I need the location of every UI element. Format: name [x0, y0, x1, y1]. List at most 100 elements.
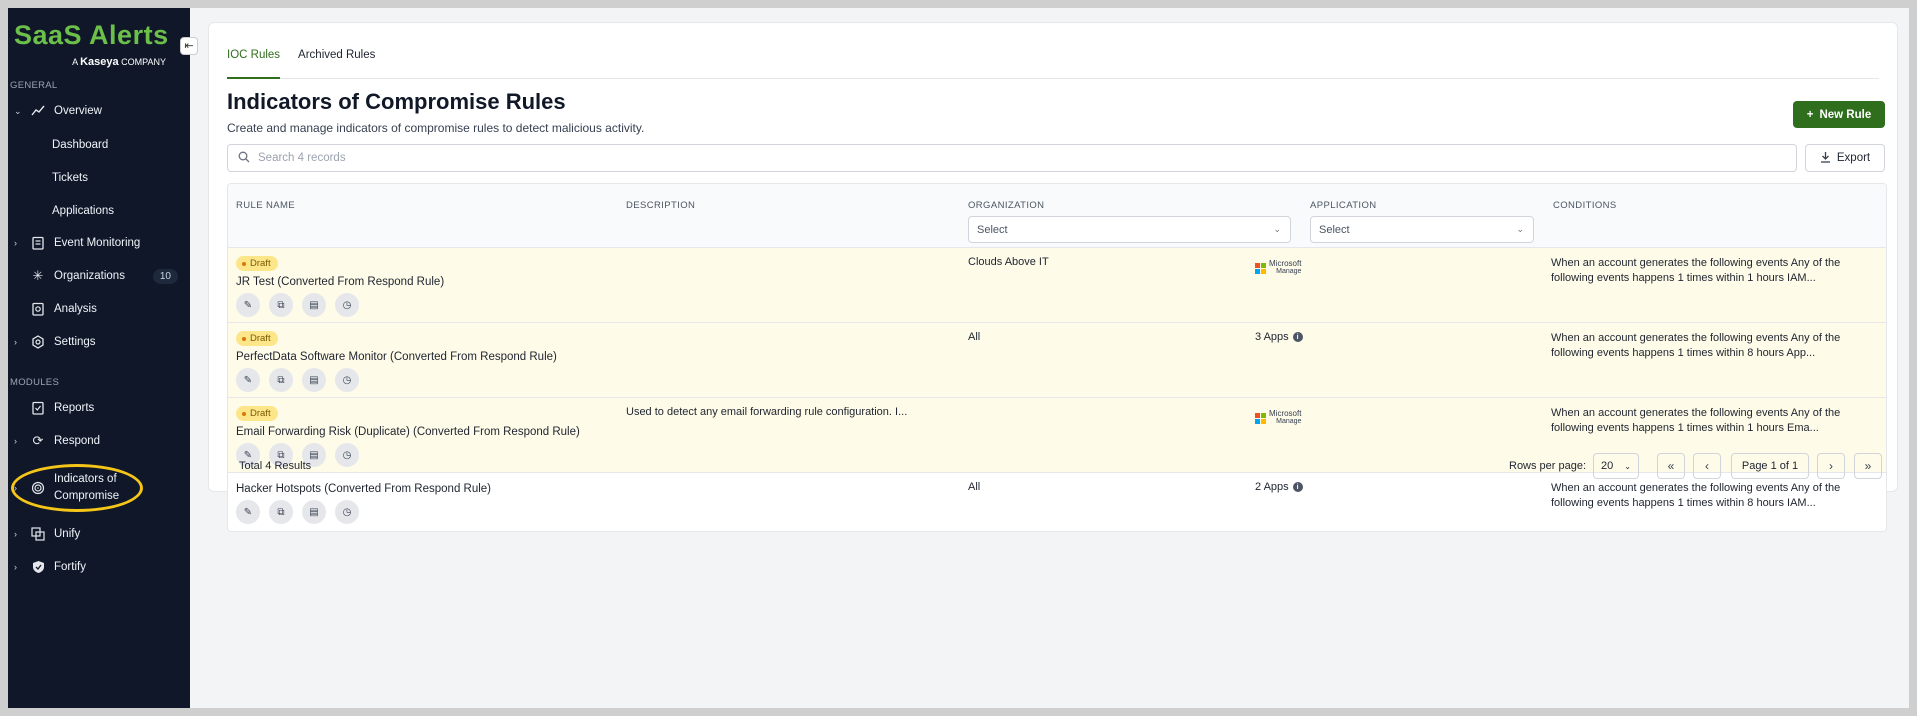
search-box	[227, 144, 1797, 172]
duplicate-icon[interactable]: ⧉	[269, 368, 293, 392]
chevron-down-icon: ⌄	[1273, 224, 1281, 234]
application-filter-value: Select	[1319, 223, 1350, 236]
collapse-sidebar-icon[interactable]: ⇤	[180, 37, 198, 55]
main-card: IOC Rules Archived Rules Indicators of C…	[208, 22, 1898, 532]
sidebar-item-unify[interactable]: › Unify	[8, 521, 190, 547]
microsoft-text: Microsoft Manage	[1269, 410, 1301, 426]
archive-icon[interactable]: ▤	[302, 368, 326, 392]
respond-icon: ⟳	[32, 433, 44, 448]
chevron-right-icon: ›	[14, 436, 17, 446]
organization-filter-select[interactable]: Select ⌄	[968, 216, 1291, 243]
previous-page-button[interactable]: ‹	[1693, 453, 1721, 479]
sidebar-item-reports[interactable]: Reports	[8, 395, 190, 421]
edit-icon[interactable]: ✎	[236, 368, 260, 392]
sidebar-item-event-monitoring[interactable]: › Event Monitoring	[8, 230, 190, 256]
sidebar-item-applications[interactable]: Applications	[52, 205, 114, 217]
first-page-button[interactable]: «	[1657, 453, 1685, 479]
logo-sub-prefix: A	[72, 57, 78, 67]
sidebar-item-indicators-of-compromise[interactable]: › Indicators of Compromise	[8, 470, 190, 506]
row-actions: ✎ ⧉ ▤ ◷	[236, 368, 359, 392]
edit-icon[interactable]: ✎	[236, 500, 260, 524]
table-footer: Total 4 Results Rows per page: 20 ⌄ « ‹ …	[227, 448, 1887, 484]
sidebar-item-label: Event Monitoring	[54, 236, 141, 249]
unify-icon	[30, 526, 46, 542]
export-button[interactable]: Export	[1805, 144, 1885, 172]
page-title: Indicators of Compromise Rules	[227, 89, 566, 114]
application-cell: 3 Apps i	[1255, 331, 1303, 343]
microsoft-manage-logo: Microsoft Manage	[1255, 260, 1301, 276]
ioc-label-line1: Indicators of	[54, 473, 117, 485]
history-icon[interactable]: ◷	[335, 368, 359, 392]
search-input[interactable]	[258, 152, 1758, 164]
history-icon[interactable]: ◷	[335, 500, 359, 524]
report-icon	[30, 400, 46, 416]
archive-icon[interactable]: ▤	[302, 500, 326, 524]
new-rule-button[interactable]: + New Rule	[1793, 101, 1885, 128]
conditions-cell: When an account generates the following …	[1551, 332, 1841, 359]
sidebar-item-tickets[interactable]: Tickets	[52, 172, 88, 184]
sidebar-item-settings[interactable]: › Settings	[8, 329, 190, 355]
edit-icon[interactable]: ✎	[236, 293, 260, 317]
new-rule-label: New Rule	[1819, 108, 1872, 121]
sidebar-item-respond[interactable]: › ⟳ Respond	[8, 428, 190, 454]
download-icon	[1820, 151, 1831, 166]
chevron-down-icon: ⌄	[1516, 224, 1524, 234]
organizations-count-badge: 10	[152, 268, 178, 284]
row-actions: ✎ ⧉ ▤ ◷	[236, 293, 359, 317]
tab-bar: IOC Rules Archived Rules	[227, 41, 1879, 79]
ioc-label-line2: Compromise	[54, 490, 120, 502]
sidebar-item-label: Unify	[54, 527, 81, 540]
microsoft-manage-logo: Microsoft Manage	[1255, 410, 1301, 426]
ms-line2: Manage	[1276, 268, 1302, 275]
draft-label: Draft	[250, 258, 271, 269]
chevron-down-icon: ⌄	[14, 105, 22, 116]
sidebar-item-dashboard[interactable]: Dashboard	[52, 139, 108, 151]
analysis-icon	[30, 301, 46, 317]
logo-sub-suffix: COMPANY	[121, 57, 166, 67]
logo-subtitle: A Kaseya COMPANY	[72, 56, 166, 68]
duplicate-icon[interactable]: ⧉	[269, 500, 293, 524]
last-page-button[interactable]: »	[1854, 453, 1882, 479]
conditions-cell: When an account generates the following …	[1551, 482, 1841, 509]
conditions-cell: When an account generates the following …	[1551, 407, 1841, 434]
description-cell: Used to detect any email forwarding rule…	[626, 406, 908, 418]
sidebar-item-analysis[interactable]: Analysis	[8, 296, 190, 322]
history-icon[interactable]: ◷	[335, 293, 359, 317]
draft-badge: Draft	[236, 406, 278, 421]
archive-icon[interactable]: ▤	[302, 293, 326, 317]
ms-line1: Microsoft	[1269, 259, 1302, 268]
plus-icon: +	[1806, 108, 1814, 121]
rule-name: JR Test (Converted From Respond Rule)	[236, 276, 445, 288]
table-row[interactable]: Draft JR Test (Converted From Respond Ru…	[228, 248, 1886, 323]
duplicate-icon[interactable]: ⧉	[269, 293, 293, 317]
next-page-button[interactable]: ›	[1817, 453, 1845, 479]
tab-ioc-rules[interactable]: IOC Rules	[227, 41, 281, 79]
sidebar-item-label: Reports	[54, 401, 95, 414]
column-description: DESCRIPTION	[626, 200, 696, 211]
rule-name: Email Forwarding Risk (Duplicate) (Conve…	[236, 426, 580, 438]
microsoft-icon	[1255, 262, 1266, 274]
table-row[interactable]: Draft PerfectData Software Monitor (Conv…	[228, 323, 1886, 398]
sidebar-item-overview[interactable]: ⌄ Overview	[8, 98, 190, 124]
application-filter-select[interactable]: Select ⌄	[1310, 216, 1534, 243]
sidebar-item-label: Fortify	[54, 560, 86, 573]
status-dot	[242, 411, 246, 416]
info-icon[interactable]: i	[1292, 332, 1303, 342]
table-header: RULE NAME DESCRIPTION ORGANIZATION APPLI…	[228, 184, 1886, 248]
logo-text: SaaS Alerts	[14, 20, 169, 50]
tab-archived-rules[interactable]: Archived Rules	[298, 41, 375, 79]
column-organization: ORGANIZATION	[968, 200, 1045, 211]
status-dot	[242, 261, 246, 266]
status-dot	[242, 336, 246, 341]
draft-label: Draft	[250, 333, 271, 344]
saas-alerts-logo: SaaS Alerts A Kaseya COMPANY	[14, 20, 184, 70]
rows-per-page-select[interactable]: 20 ⌄	[1593, 453, 1639, 479]
ms-line1: Microsoft	[1269, 409, 1302, 418]
sidebar-item-organizations[interactable]: ✳ Organizations 10	[8, 263, 190, 289]
sidebar-item-fortify[interactable]: › Fortify	[8, 554, 190, 580]
total-results: Total 4 Results	[239, 460, 312, 472]
microsoft-text: Microsoft Manage	[1269, 260, 1301, 276]
column-application: APPLICATION	[1310, 200, 1377, 211]
chevron-down-icon: ⌄	[1624, 461, 1631, 471]
draft-badge: Draft	[236, 331, 278, 346]
